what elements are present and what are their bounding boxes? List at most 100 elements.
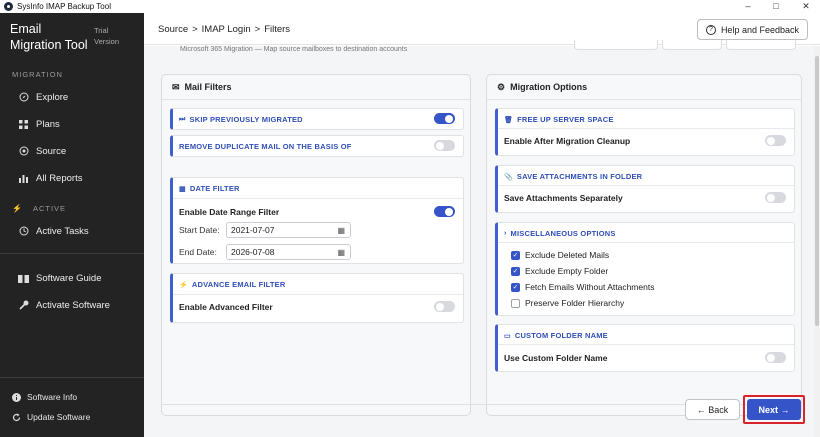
option-label: Exclude Deleted Mails: [525, 250, 610, 260]
software-info-link[interactable]: Software Info: [12, 392, 77, 402]
maximize-button[interactable]: □: [764, 0, 788, 13]
checkbox-checked[interactable]: ✓: [511, 266, 520, 276]
sidebar-item-all-reports[interactable]: All Reports: [18, 170, 82, 186]
sidebar-item-active-tasks[interactable]: Active Tasks: [18, 223, 89, 239]
gear-icon: ⚙: [497, 81, 506, 92]
lightning-icon: ⚡: [179, 281, 188, 289]
card-divider: [173, 294, 463, 295]
free-up-title: 🗑 FREE UP SERVER SPACE: [504, 115, 614, 124]
option-fetch-without-attachments[interactable]: ✓ Fetch Emails Without Attachments: [511, 282, 654, 292]
date-filter-label: DATE FILTER: [189, 184, 240, 193]
mail-filters-header: ✉ Mail Filters: [162, 75, 470, 100]
header-action-button[interactable]: [574, 40, 658, 50]
back-button[interactable]: ← Back: [685, 399, 740, 420]
card-divider: [173, 198, 463, 199]
help-feedback-button[interactable]: ? Help and Feedback: [696, 19, 808, 40]
close-button[interactable]: ✕: [794, 0, 818, 13]
free-up-card: 🗑 FREE UP SERVER SPACE Enable After Migr…: [495, 108, 795, 156]
start-date-input[interactable]: 2021-07-07 ▦: [226, 222, 351, 238]
grid-icon: [18, 119, 29, 130]
sidebar-item-activate-software[interactable]: Activate Software: [18, 297, 110, 313]
option-exclude-deleted[interactable]: ✓ Exclude Deleted Mails: [511, 250, 609, 260]
window-title: SysInfo IMAP Backup Tool: [17, 2, 111, 11]
breadcrumb-imap-login[interactable]: IMAP Login: [202, 24, 251, 35]
option-preserve-hierarchy[interactable]: Preserve Folder Hierarchy: [511, 298, 624, 308]
key-icon: [18, 300, 29, 311]
remove-duplicate-title: REMOVE DUPLICATE MAIL ON THE BASIS OF: [179, 142, 352, 151]
checkbox-checked[interactable]: ✓: [511, 282, 520, 292]
advance-filter-card: ⚡ ADVANCE EMAIL FILTER Enable Advanced F…: [170, 273, 464, 323]
migration-options-panel: ⚙ Migration Options 🗑 FREE UP SERVER SPA…: [486, 74, 802, 416]
skip-migrated-card: ⏭ SKIP PREVIOUSLY MIGRATED: [170, 108, 464, 130]
option-label: Preserve Folder Hierarchy: [525, 298, 625, 308]
start-date-value: 2021-07-07: [231, 225, 275, 235]
checkbox-checked[interactable]: ✓: [511, 250, 520, 260]
section-active: ⚡ ACTIVE: [12, 204, 66, 213]
breadcrumb-filters: Filters: [264, 24, 291, 35]
save-attachments-toggle[interactable]: [765, 192, 786, 203]
sidebar-item-label: Active Tasks: [36, 225, 89, 237]
free-up-label: FREE UP SERVER SPACE: [517, 115, 614, 124]
mail-filters-panel: ✉ Mail Filters ⏭ SKIP PREVIOUSLY MIGRATE…: [161, 74, 471, 416]
scrollbar-thumb[interactable]: [815, 56, 819, 326]
sidebar-item-explore[interactable]: Explore: [18, 89, 68, 105]
sidebar-item-label: Source: [36, 145, 67, 157]
end-date-input[interactable]: 2026-07-08 ▦: [226, 244, 351, 260]
calendar-icon[interactable]: ▦: [337, 226, 345, 235]
after-migration-cleanup-label: Enable After Migration Cleanup: [504, 136, 631, 146]
bolt-icon: ⚡: [12, 204, 23, 213]
date-range-toggle[interactable]: [434, 206, 455, 217]
next-button[interactable]: Next →: [747, 399, 801, 420]
mail-icon: ✉: [172, 81, 180, 92]
window-titlebar: SysInfo IMAP Backup Tool ‒ □ ✕: [0, 0, 820, 13]
migration-options-title: Migration Options: [510, 82, 588, 92]
calendar-icon: ▦: [179, 185, 186, 193]
advanced-filter-toggle[interactable]: [434, 301, 455, 312]
main-area: Source > IMAP Login > Filters ? Help and…: [144, 13, 820, 437]
update-software-link[interactable]: Update Software: [12, 412, 90, 422]
sidebar-item-label: Plans: [36, 118, 60, 130]
save-attachments-label: SAVE ATTACHMENTS IN FOLDER: [516, 172, 643, 181]
save-attachments-title: 📎 SAVE ATTACHMENTS IN FOLDER: [504, 172, 642, 181]
skip-icon: ⏭: [179, 115, 186, 123]
paperclip-icon: 📎: [504, 173, 513, 181]
breadcrumb: Source > IMAP Login > Filters: [158, 24, 290, 35]
card-divider: [498, 242, 794, 243]
vertical-scrollbar[interactable]: [814, 46, 820, 437]
end-date-label: End Date:: [179, 247, 217, 257]
folder-icon: ▭: [504, 332, 511, 340]
calendar-icon[interactable]: ▦: [337, 248, 345, 257]
skip-migrated-toggle[interactable]: [434, 113, 455, 124]
advance-filter-title: ⚡ ADVANCE EMAIL FILTER: [179, 280, 286, 289]
checkbox-unchecked[interactable]: [511, 298, 520, 308]
sidebar-divider: [0, 377, 144, 378]
section-migration: MIGRATION: [12, 70, 63, 79]
breadcrumb-source[interactable]: Source: [158, 24, 188, 35]
skip-migrated-label: SKIP PREVIOUSLY MIGRATED: [189, 115, 303, 124]
remove-duplicate-toggle[interactable]: [434, 140, 455, 151]
sidebar-item-software-guide[interactable]: Software Guide: [18, 270, 101, 286]
minimize-button[interactable]: ‒: [736, 0, 760, 13]
help-feedback-label: Help and Feedback: [720, 24, 799, 35]
mail-filters-title: Mail Filters: [184, 82, 232, 92]
sidebar-item-source[interactable]: Source: [18, 143, 66, 159]
section-active-label: ACTIVE: [32, 204, 67, 213]
option-exclude-empty-folder[interactable]: ✓ Exclude Empty Folder: [511, 266, 608, 276]
trash-icon: 🗑: [504, 116, 514, 124]
sidebar-item-label: Explore: [36, 91, 69, 103]
enable-date-range-label: Enable Date Range Filter: [179, 207, 280, 217]
brand-title: Email Migration Tool: [10, 22, 88, 52]
header-action-button[interactable]: [662, 40, 722, 50]
custom-folder-toggle[interactable]: [765, 352, 786, 363]
enable-advanced-label: Enable Advanced Filter: [179, 302, 273, 312]
sidebar-item-label: Software Guide: [36, 272, 102, 284]
custom-folder-card: ▭ CUSTOM FOLDER NAME Use Custom Folder N…: [495, 324, 795, 372]
next-button-highlight: Next →: [743, 395, 805, 424]
card-divider: [498, 344, 794, 345]
sidebar-item-label: All Reports: [36, 172, 83, 184]
cleanup-toggle[interactable]: [765, 135, 786, 146]
sidebar-item-plans[interactable]: Plans: [18, 116, 60, 132]
header-action-button[interactable]: [726, 40, 796, 50]
compass-icon: [18, 92, 29, 103]
question-icon: ?: [705, 24, 716, 35]
